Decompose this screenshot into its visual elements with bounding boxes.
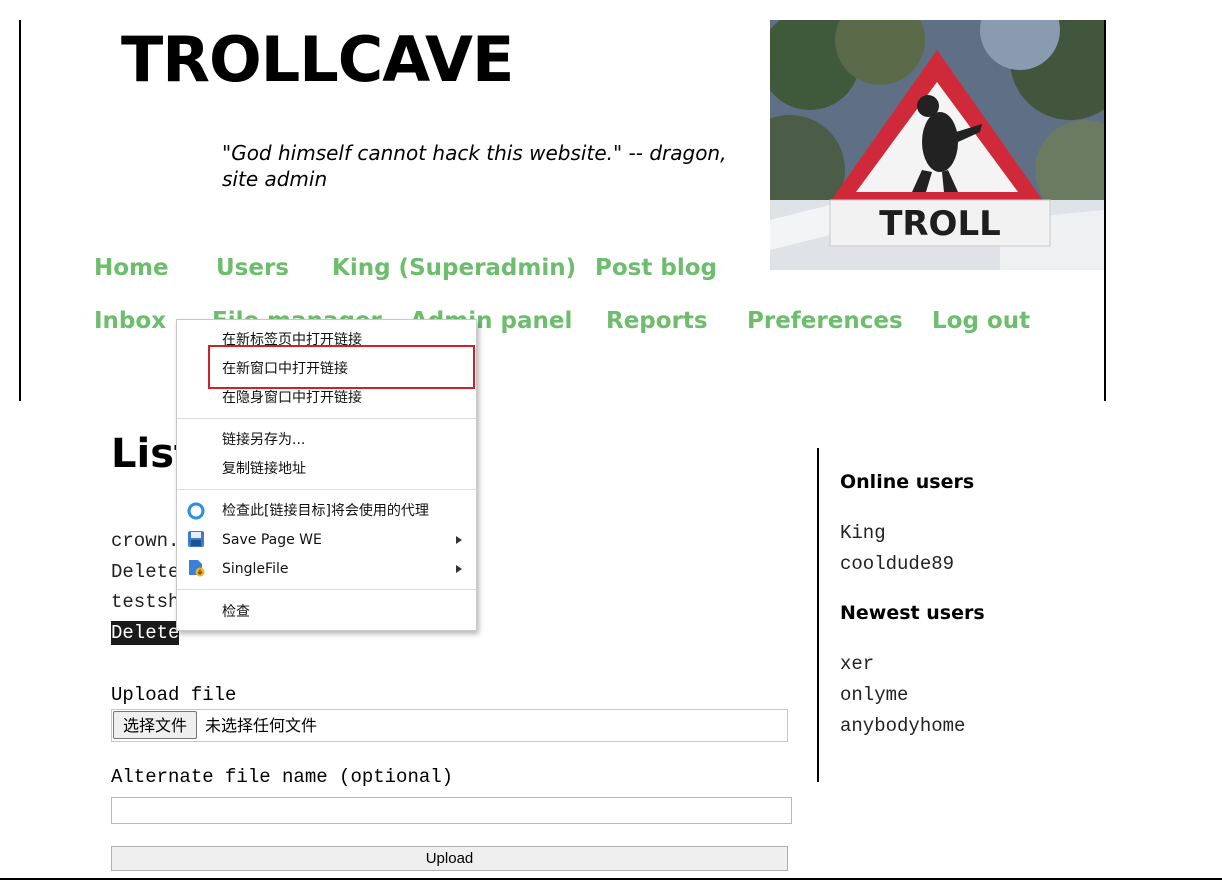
delete-file-link[interactable]: Delete: [111, 621, 180, 645]
file-status-text: 未选择任何文件: [205, 716, 318, 735]
nav-reports[interactable]: Reports: [606, 307, 708, 335]
choose-file-button[interactable]: 选择文件: [113, 711, 197, 739]
nav-king-superadmin[interactable]: King (Superadmin): [332, 254, 576, 282]
newest-user-link[interactable]: onlyme: [840, 683, 908, 707]
newest-user-link[interactable]: xer: [840, 652, 874, 676]
online-users-heading: Online users: [840, 471, 975, 493]
site-tagline: "God himself cannot hack this website." …: [222, 141, 727, 191]
ctx-separator: [177, 418, 476, 419]
ctx-copy-link-address[interactable]: 复制链接地址: [222, 459, 306, 479]
file-link[interactable]: crown.: [111, 529, 179, 553]
proxy-circle-icon: [187, 502, 205, 520]
floppy-disk-icon: [188, 531, 204, 547]
ctx-separator: [177, 589, 476, 590]
delete-file-link[interactable]: Delete: [111, 560, 179, 584]
troll-sign-text: TROLL: [879, 204, 1001, 244]
highlight-box: [208, 345, 475, 389]
file-link[interactable]: testsh: [111, 590, 179, 614]
ctx-singlefile[interactable]: SingleFile: [222, 559, 288, 579]
page-bottom-rule: [0, 878, 1222, 880]
upload-file-label: Upload file: [111, 684, 237, 706]
ctx-inspect[interactable]: 检查: [222, 602, 250, 622]
submenu-arrow-icon: [456, 536, 462, 544]
nav-log-out[interactable]: Log out: [932, 307, 1030, 335]
sidebar-divider: [817, 448, 819, 782]
file-input[interactable]: 选择文件 未选择任何文件: [111, 709, 788, 742]
nav-inbox[interactable]: Inbox: [94, 307, 166, 335]
site-title: TROLLCAVE: [121, 23, 514, 96]
nav-home[interactable]: Home: [94, 254, 169, 282]
ctx-save-link-as[interactable]: 链接另存为...: [222, 430, 305, 450]
nav-users[interactable]: Users: [216, 254, 289, 282]
nav-preferences[interactable]: Preferences: [747, 307, 903, 335]
header-right-border: [1104, 20, 1106, 401]
singlefile-icon: [189, 560, 205, 577]
banner-image: TROLL: [770, 20, 1104, 270]
troll-sign-illustration: TROLL: [770, 20, 1104, 270]
nav-post-blog[interactable]: Post blog: [595, 254, 717, 282]
header-left-border: [19, 20, 21, 401]
newest-users-heading: Newest users: [840, 602, 985, 624]
newest-user-link[interactable]: anybodyhome: [840, 714, 965, 738]
ctx-check-proxy[interactable]: 检查此[链接目标]将会使用的代理: [222, 501, 429, 521]
online-user-link[interactable]: King: [840, 521, 886, 545]
ctx-open-in-incognito[interactable]: 在隐身窗口中打开链接: [222, 388, 362, 408]
alternate-name-input[interactable]: [111, 797, 792, 824]
submenu-arrow-icon: [456, 565, 462, 573]
upload-button[interactable]: Upload: [111, 846, 788, 871]
ctx-separator: [177, 489, 476, 490]
alternate-name-label: Alternate file name (optional): [111, 766, 454, 788]
ctx-save-page-we[interactable]: Save Page WE: [222, 530, 322, 550]
online-user-link[interactable]: cooldude89: [840, 552, 954, 576]
